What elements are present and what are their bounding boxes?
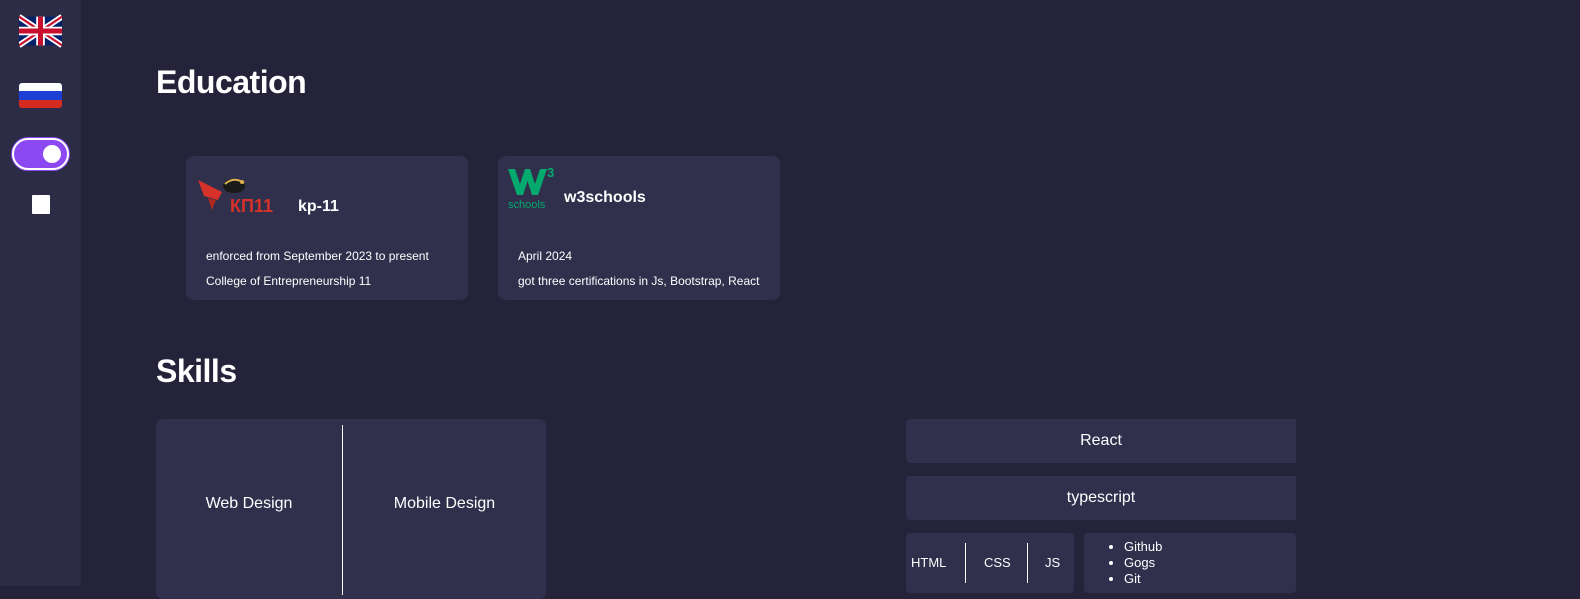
card-period: April 2024: [518, 249, 573, 263]
w3schools-logo-icon: 3 schools: [508, 165, 554, 209]
skill-typescript: typescript: [906, 476, 1296, 520]
card-description: College of Entrepreneurship 11: [206, 274, 372, 288]
skill-html: HTML: [911, 555, 947, 570]
sidebar: [0, 0, 81, 586]
kp11-logo-icon: КП11: [198, 178, 273, 214]
list-item: Gogs: [1124, 555, 1162, 571]
card-period: enforced from September 2023 to present: [206, 249, 429, 263]
tools-list: Github Gogs Git: [1084, 539, 1162, 587]
design-skills-box: Web Design Mobile Design: [156, 419, 546, 599]
card-name-w3schools: w3schools: [564, 189, 646, 206]
kp11-logo-text: КП11: [230, 196, 273, 214]
card-description: got three certifications in Js, Bootstra…: [518, 274, 760, 288]
ru-flag-icon[interactable]: [19, 83, 62, 108]
lang-divider: [1027, 543, 1028, 583]
skill-mobile-design: Mobile Design: [393, 495, 496, 512]
education-card-kp11: КП11 kp-11 enforced from September 2023 …: [186, 156, 468, 300]
list-item: Github: [1124, 539, 1162, 555]
w3-logo-text: schools: [508, 199, 546, 209]
toggle-knob: [43, 145, 61, 163]
list-item: Git: [1124, 571, 1162, 587]
skill-web-design: Web Design: [205, 495, 293, 512]
education-card-w3schools: 3 schools w3schools April 2024 got three…: [498, 156, 780, 300]
languages-box: HTML CSS JS: [906, 533, 1074, 593]
w3-logo-sup: 3: [547, 165, 554, 180]
skill-css: CSS: [984, 555, 1011, 570]
uk-flag-icon[interactable]: [19, 14, 62, 48]
skill-js: JS: [1045, 555, 1061, 570]
education-title: Education: [156, 64, 307, 100]
theme-toggle[interactable]: [12, 138, 69, 170]
lang-divider: [965, 543, 966, 583]
card-name-kp11: kp-11: [298, 198, 339, 215]
option-checkbox[interactable]: [32, 195, 50, 214]
skill-react: React: [906, 419, 1296, 463]
tools-box: Github Gogs Git: [1084, 533, 1296, 593]
skills-title: Skills: [156, 353, 237, 389]
